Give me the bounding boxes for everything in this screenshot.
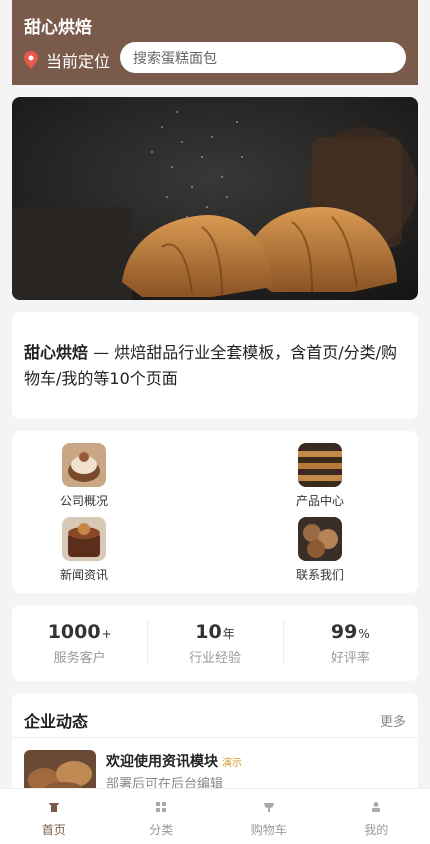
news-more-link[interactable]: 更多 — [380, 711, 406, 730]
products-image — [298, 443, 342, 487]
stat-label: 服务客户 — [53, 651, 106, 666]
stat-value: 99 — [330, 621, 358, 643]
grid-item-news[interactable]: 新闻资讯 — [39, 517, 129, 583]
search-input[interactable]: 搜索蛋糕面包 — [120, 42, 406, 73]
tab-category[interactable]: 分类 — [108, 789, 216, 844]
tab-label: 分类 — [149, 823, 174, 837]
grid-label: 产品中心 — [295, 494, 344, 508]
grid-item-products[interactable]: 产品中心 — [275, 443, 365, 509]
location-selector[interactable]: 当前定位 — [24, 48, 110, 72]
company-image — [62, 443, 106, 487]
stat-unit: 年 — [222, 627, 235, 641]
intro-card: 甜心烘焙 — 烘焙甜品行业全套模板，含首页/分类/购物车/我的等10个页面 — [12, 312, 418, 419]
stat-customers: 1000+ 服务客户 — [12, 605, 147, 681]
bottom-tab-bar: 首页 分类 购物车 我的 — [0, 788, 430, 844]
location-label: 当前定位 — [46, 52, 111, 71]
stats-card: 1000+ 服务客户 10年 行业经验 99% 好评率 — [12, 605, 418, 681]
hero-banner[interactable] — [12, 97, 418, 300]
contact-image — [298, 517, 342, 561]
grid-label: 新闻资讯 — [59, 568, 108, 582]
tab-label: 我的 — [364, 823, 389, 837]
home-icon — [48, 803, 59, 812]
news-section-title: 企业动态 — [24, 712, 89, 731]
news-item-title[interactable]: 欢迎使用资讯模块 演示 — [106, 751, 242, 771]
stat-label: 行业经验 — [188, 651, 241, 666]
tab-profile[interactable]: 我的 — [323, 789, 430, 844]
stat-rating: 99% 好评率 — [282, 605, 418, 681]
croissant-banner-image — [12, 97, 418, 300]
tab-home[interactable]: 首页 — [0, 789, 108, 844]
location-pin-icon — [24, 51, 38, 69]
search-placeholder: 搜索蛋糕面包 — [133, 50, 217, 67]
user-icon — [372, 802, 381, 812]
stat-value: 10 — [195, 621, 222, 643]
news-image — [62, 517, 106, 561]
stat-label: 好评率 — [330, 651, 370, 666]
tab-cart[interactable]: 购物车 — [215, 789, 323, 844]
grid-item-contact[interactable]: 联系我们 — [275, 517, 365, 583]
demo-tag: 演示 — [222, 758, 242, 769]
intro-brand: 甜心烘焙 — [24, 343, 89, 362]
header: 甜心烘焙 当前定位 搜索蛋糕面包 — [12, 0, 418, 85]
feature-grid: 公司概况 产品中心 新闻资讯 联系我们 — [12, 431, 418, 593]
cart-icon — [263, 803, 274, 812]
stat-value: 1000 — [47, 621, 101, 643]
grid-item-company[interactable]: 公司概况 — [39, 443, 129, 509]
grid-icon — [156, 802, 167, 812]
grid-label: 公司概况 — [59, 494, 108, 508]
divider — [12, 737, 418, 738]
stat-unit: + — [101, 627, 112, 641]
tab-label: 购物车 — [250, 823, 287, 837]
brand-title: 甜心烘焙 — [24, 18, 92, 38]
grid-label: 联系我们 — [295, 568, 344, 582]
news-item-title-text: 欢迎使用资讯模块 — [106, 754, 218, 770]
tab-label: 首页 — [41, 823, 66, 837]
stat-unit: % — [358, 627, 370, 641]
stat-experience: 10年 行业经验 — [147, 605, 282, 681]
